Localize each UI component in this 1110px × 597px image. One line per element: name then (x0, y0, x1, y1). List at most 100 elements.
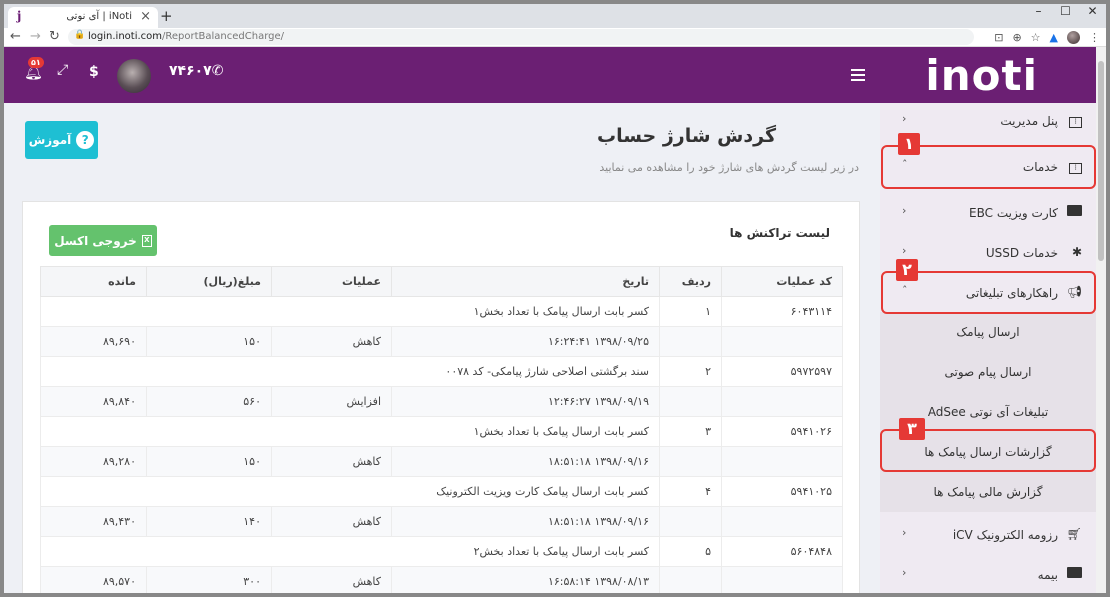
sidebar-item-icv[interactable]: 🛒︎ رزومه الکترونیک iCV ‹ (880, 517, 1096, 553)
minimize-icon[interactable]: – (1025, 4, 1052, 26)
phone-number: ۷۴۶۰۷ (169, 63, 212, 79)
cell-description: کسر بابت ارسال پیامک کارت ویزیت الکترونی… (40, 476, 660, 507)
column-header[interactable]: کد عملیات (721, 266, 843, 297)
lock-icon: 🔒 (74, 30, 86, 40)
sidebar-item-label: کارت ویزیت EBC (969, 206, 1058, 220)
sidebar-item-label: پنل مدیریت (1000, 114, 1058, 128)
address-bar[interactable]: 🔒 login.inoti.com/ReportBalancedCharge/ (68, 29, 974, 45)
cell-empty (721, 566, 843, 593)
cell-code: ۵۶۰۴۸۴۸ (721, 536, 843, 567)
help-label: آموزش (28, 133, 72, 147)
card-title: لیست تراکنش ها (729, 226, 830, 240)
transactions-table: کد عملیات ردیف تاریخ عملیات مبلغ(ریال) م… (40, 266, 843, 593)
forward-icon[interactable]: → (30, 28, 41, 45)
chevron-left-icon: ‹ (902, 526, 907, 539)
submenu-voice-message[interactable]: ارسال پیام صوتی (880, 352, 1096, 392)
cell-date: ۱۳۹۸/۰۹/۱۶ ۱۸:۵۱:۱۸ (391, 506, 660, 537)
menu-dots-icon[interactable]: ⋮ (1089, 31, 1100, 44)
main-content: ? آموزش گردش شارژ حساب در زیر لیست گردش … (4, 103, 880, 593)
cell-operation: کاهش (271, 446, 392, 477)
table-row-detail: ۱۳۹۸/۰۹/۱۶ ۱۸:۵۱:۱۸ کاهش ۱۵۰ ۸۹,۲۸۰ (40, 446, 843, 477)
column-header[interactable]: تاریخ (391, 266, 660, 297)
sidebar-item-label: بیمه (1037, 568, 1058, 582)
sidebar-item-insurance[interactable]: بیمه ‹ (880, 557, 1096, 593)
help-button[interactable]: ? آموزش (25, 121, 98, 159)
scrollbar-thumb[interactable] (1098, 61, 1104, 261)
new-tab-icon[interactable]: + (160, 7, 173, 25)
page-scrollbar[interactable] (1096, 47, 1106, 593)
submenu-label: ارسال پیام صوتی (944, 365, 1032, 379)
browser-toolbar: ← → ↻ 🔒 login.inoti.com/ReportBalancedCh… (4, 28, 1106, 47)
fullscreen-icon[interactable]: ⤢ (57, 62, 68, 78)
chevron-left-icon: ‹ (902, 204, 907, 217)
extension-icon[interactable]: ▲ (1050, 31, 1058, 44)
cell-empty (721, 506, 843, 537)
close-window-icon[interactable]: ✕ (1079, 4, 1106, 26)
cell-balance: ۸۹,۵۷۰ (40, 566, 147, 593)
cell-date: ۱۳۹۸/۰۹/۱۹ ۱۲:۴۶:۲۷ (391, 386, 660, 417)
bookmark-star-icon[interactable]: ☆ (1031, 31, 1041, 44)
submenu-sms-financial-report[interactable]: گزارش مالی پیامک ها (880, 472, 1096, 512)
cell-amount: ۵۶۰ (146, 386, 272, 417)
chevron-left-icon: ‹ (902, 244, 907, 257)
app-header: 🔔︎ ۵۱ ⤢ $ ✆۷۴۶۰۷ inoti (4, 47, 1096, 103)
cell-operation: کاهش (271, 506, 392, 537)
back-icon[interactable]: ← (10, 28, 21, 45)
submenu-send-sms[interactable]: ارسال پیامک (880, 312, 1096, 352)
site-favicon-icon: j (17, 9, 22, 23)
excel-label: خروجی اکسل (54, 233, 137, 248)
chevron-up-icon: ˆ (902, 158, 908, 171)
browser-tab[interactable]: j iNoti | آی نوتی × (8, 7, 158, 28)
window-controls: – ☐ ✕ (1025, 4, 1106, 26)
maximize-icon[interactable]: ☐ (1052, 4, 1079, 26)
submenu-label: گزارش مالی پیامک ها (933, 485, 1043, 499)
browser-tab-bar: j iNoti | آی نوتی × + – ☐ ✕ (4, 4, 1106, 28)
cell-description: کسر بابت ارسال پیامک با تعداد بخش۱ (40, 416, 660, 447)
cell-description: کسر بابت ارسال پیامک با تعداد بخش۱ (40, 296, 660, 327)
table-row-detail: ۱۳۹۸/۰۹/۱۹ ۱۲:۴۶:۲۷ افزایش ۵۶۰ ۸۹,۸۴۰ (40, 386, 843, 417)
chevron-up-icon: ˆ (902, 284, 908, 297)
sliders-icon: ⫶ (1069, 159, 1082, 174)
translate-icon[interactable]: ⊡ (994, 31, 1003, 44)
cell-description: سند برگشتی اصلاحی شارژ پیامکی- کد ۰۰۷۸ (40, 356, 660, 387)
cell-row-number: ۵ (659, 536, 722, 567)
annotation-number: ۱ (898, 133, 920, 155)
hamburger-menu-icon[interactable] (851, 69, 865, 84)
profile-avatar[interactable] (1067, 30, 1080, 44)
cell-empty (721, 386, 843, 417)
column-header[interactable]: مبلغ(ریال) (146, 266, 272, 297)
column-header[interactable]: عملیات (271, 266, 392, 297)
dollar-icon[interactable]: $ (89, 64, 99, 80)
user-avatar[interactable] (117, 59, 151, 93)
cell-empty (659, 446, 722, 477)
question-icon: ? (76, 131, 95, 149)
tab-close-icon[interactable]: × (140, 9, 151, 24)
annotation-number: ۲ (896, 259, 918, 281)
excel-file-icon: X (141, 234, 152, 247)
sidebar-item-ebc-card[interactable]: کارت ویزیت EBC ‹ (880, 195, 1096, 231)
excel-export-button[interactable]: X خروجی اکسل (49, 225, 157, 256)
reload-icon[interactable]: ↻ (49, 28, 60, 45)
cell-empty (659, 506, 722, 537)
cell-code: ۵۹۷۲۵۹۷ (721, 356, 843, 387)
chevron-left-icon: ‹ (902, 112, 907, 125)
inoti-logo: inoti (925, 51, 1038, 100)
sidebar-item-label: خدمات (1022, 160, 1058, 174)
table-row-detail: ۱۳۹۸/۰۹/۱۶ ۱۸:۵۱:۱۸ کاهش ۱۴۰ ۸۹,۴۳۰ (40, 506, 843, 537)
zoom-icon[interactable]: ⊕ (1012, 31, 1021, 44)
table-row: ۵۶۰۴۸۴۸ ۵ کسر بابت ارسال پیامک با تعداد بخ… (40, 536, 843, 567)
cell-amount: ۱۴۰ (146, 506, 272, 537)
cell-code: ۵۹۴۱۰۲۶ (721, 416, 843, 447)
page-title: گردش شارژ حساب (596, 125, 776, 147)
column-header[interactable]: مانده (40, 266, 147, 297)
cell-date: ۱۳۹۸/۰۹/۲۵ ۱۶:۲۴:۴۱ (391, 326, 660, 357)
column-header[interactable]: ردیف (659, 266, 722, 297)
cell-amount: ۱۵۰ (146, 326, 272, 357)
transactions-card: لیست تراکنش ها X خروجی اکسل کد عملیات رد… (22, 201, 860, 593)
cell-description: کسر بابت ارسال پیامک با تعداد بخش۲ (40, 536, 660, 567)
submenu-label: تبلیغات آی نوتی AdSee (927, 405, 1049, 419)
annotation-number: ۳ (899, 418, 925, 440)
id-card-icon (1067, 567, 1082, 581)
table-row: ۶۰۴۳۱۱۴ ۱ کسر بابت ارسال پیامک با تعداد بخ… (40, 296, 843, 327)
cell-empty (659, 386, 722, 417)
